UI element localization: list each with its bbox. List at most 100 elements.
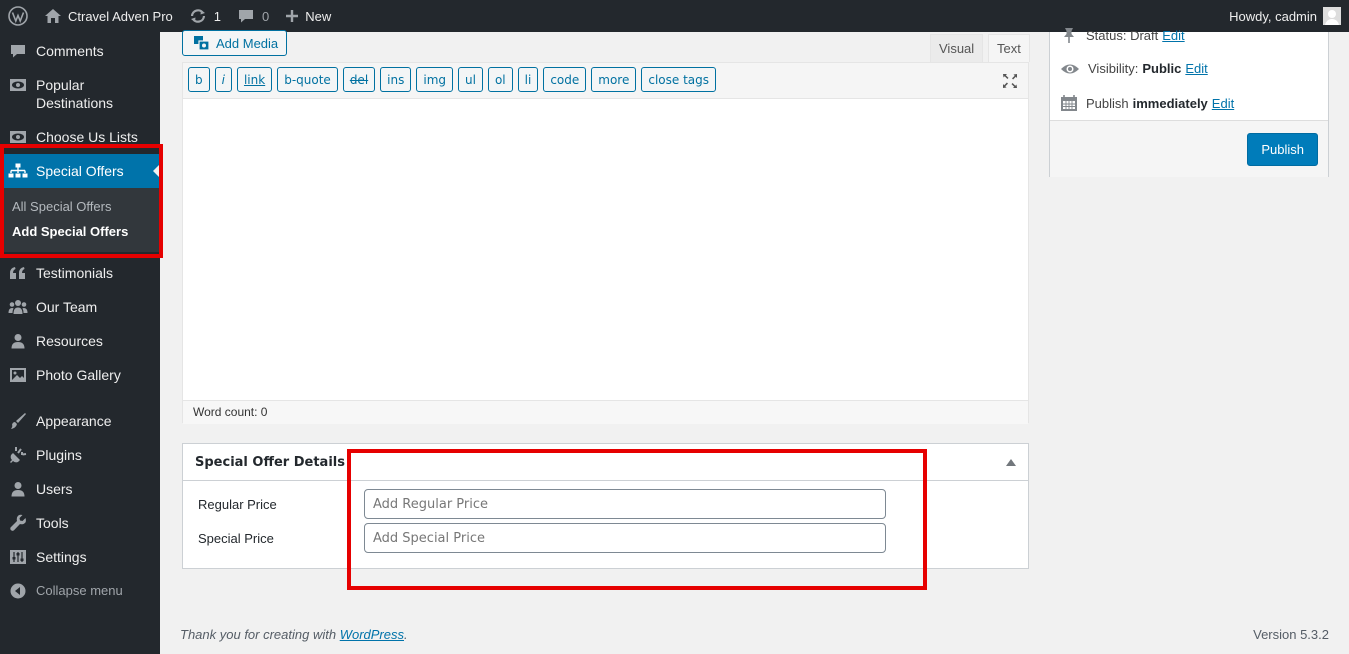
- word-count: Word count: 0: [183, 400, 1028, 424]
- my-account-link[interactable]: Howdy, cadmin: [1221, 0, 1349, 32]
- menu-separator: [0, 392, 160, 404]
- sidebar-item-our-team[interactable]: Our Team: [0, 290, 160, 324]
- sidebar-item-label: Comments: [36, 43, 104, 59]
- new-content-link[interactable]: New: [277, 0, 339, 32]
- sidebar-item-label: Users: [36, 481, 73, 497]
- avatar: [1323, 7, 1341, 25]
- sidebar-item-comments[interactable]: Comments: [0, 32, 160, 68]
- paintbrush-icon: [8, 412, 28, 430]
- sidebar-item-photo-gallery[interactable]: Photo Gallery: [0, 358, 160, 392]
- visibility-eye-icon: [8, 76, 28, 94]
- quicktag-img-button[interactable]: img: [416, 67, 453, 92]
- regular-price-label: Regular Price: [198, 496, 277, 512]
- special-price-input[interactable]: [364, 523, 886, 553]
- sidebar-item-label: Choose Us Lists: [36, 129, 138, 145]
- visibility-value: Public: [1142, 61, 1182, 76]
- submenu-item-all-special-offers[interactable]: All Special Offers: [0, 194, 160, 219]
- tab-visual[interactable]: Visual: [930, 34, 984, 62]
- sidebar-item-testimonials[interactable]: Testimonials: [0, 256, 160, 290]
- comments-count: 0: [262, 8, 270, 24]
- footer-thanks-suffix: .: [404, 627, 408, 642]
- quicktag-link-button[interactable]: link: [236, 67, 273, 92]
- special-price-label: Special Price: [198, 530, 274, 546]
- publish-button[interactable]: Publish: [1247, 133, 1318, 166]
- new-label: New: [305, 8, 332, 24]
- sidebar-item-label: Testimonials: [36, 265, 114, 281]
- comment-bubble-icon: [237, 8, 255, 24]
- settings-sliders-icon: [8, 548, 28, 566]
- quicktag-ul-button[interactable]: ul: [458, 67, 483, 92]
- sidebar-item-label: Plugins: [36, 447, 82, 463]
- quicktag-close-tags-button[interactable]: close tags: [641, 67, 717, 92]
- comments-link[interactable]: 0: [229, 0, 277, 32]
- sidebar-item-label-line-1: Popular: [36, 77, 85, 93]
- quicktag-blockquote-button[interactable]: b-quote: [277, 67, 338, 92]
- special-offers-submenu: All Special Offers Add Special Offers: [0, 188, 160, 252]
- sidebar-item-special-offers[interactable]: Special Offers: [0, 154, 160, 188]
- collapse-toggle-icon[interactable]: [1006, 458, 1016, 466]
- sidebar-item-appearance[interactable]: Appearance: [0, 404, 160, 438]
- quicktag-more-button[interactable]: more: [591, 67, 637, 92]
- plugin-icon: [8, 446, 28, 464]
- updates-icon: [189, 8, 207, 24]
- publish-metabox: Status: Draft Edit Visibility: Public Ed…: [1049, 28, 1329, 177]
- footer-thanks-text: Thank you for creating with: [180, 627, 340, 642]
- metabox-header[interactable]: Special Offer Details: [183, 444, 1028, 481]
- site-name-link[interactable]: Ctravel Adven Pro: [36, 0, 181, 32]
- content-textarea[interactable]: [183, 99, 1028, 400]
- admin-sidebar-menu: Comments Popular Destinations Choose Us L…: [0, 32, 160, 654]
- quicktag-code-button[interactable]: code: [543, 67, 587, 92]
- media-icon: [194, 36, 210, 51]
- quicktags-toolbar: b i link b-quote del ins img ul ol li co…: [183, 63, 1028, 99]
- add-media-button[interactable]: Add Media: [182, 30, 288, 56]
- sitemap-icon: [8, 162, 28, 180]
- sidebar-item-tools[interactable]: Tools: [0, 506, 160, 540]
- add-media-label: Add Media: [216, 35, 279, 51]
- wrench-icon: [8, 514, 28, 532]
- visibility-eye-icon: [8, 128, 28, 146]
- sidebar-item-choose-us-lists[interactable]: Choose Us Lists: [0, 120, 160, 154]
- sidebar-item-plugins[interactable]: Plugins: [0, 438, 160, 472]
- home-icon: [44, 8, 62, 24]
- submenu-item-add-special-offers[interactable]: Add Special Offers: [0, 219, 160, 244]
- sidebar-item-label: Resources: [36, 333, 103, 349]
- sidebar-item-popular-destinations[interactable]: Popular Destinations: [0, 68, 160, 120]
- sidebar-item-users[interactable]: Users: [0, 472, 160, 506]
- special-price-row: Special Price: [183, 523, 1028, 553]
- quote-icon: [8, 264, 28, 282]
- wordpress-link[interactable]: WordPress: [340, 627, 404, 642]
- edit-visibility-link[interactable]: Edit: [1185, 61, 1207, 76]
- visibility-eye-icon: [1061, 64, 1079, 73]
- user-icon: [8, 332, 28, 350]
- sidebar-item-resources[interactable]: Resources: [0, 324, 160, 358]
- edit-date-link[interactable]: Edit: [1212, 96, 1234, 111]
- sidebar-item-label: Tools: [36, 515, 69, 531]
- sidebar-item-label: Special Offers: [36, 163, 124, 179]
- quicktag-ins-button[interactable]: ins: [380, 67, 412, 92]
- regular-price-row: Regular Price: [183, 489, 1028, 519]
- updates-link[interactable]: 1: [181, 0, 229, 32]
- content-editor: b i link b-quote del ins img ul ol li co…: [182, 62, 1029, 424]
- plus-icon: [285, 9, 299, 23]
- collapse-arrow-icon: [8, 582, 28, 600]
- regular-price-input[interactable]: [364, 489, 886, 519]
- fullscreen-icon[interactable]: [1001, 73, 1019, 92]
- sidebar-item-label: Popular Destinations: [36, 76, 113, 112]
- quicktag-del-button[interactable]: del: [342, 67, 376, 92]
- wordpress-logo-icon[interactable]: [0, 0, 36, 32]
- publish-date-row: Publish immediately Edit: [1060, 95, 1234, 111]
- howdy-text: Howdy, cadmin: [1229, 8, 1317, 24]
- quicktag-italic-button[interactable]: i: [214, 67, 232, 92]
- sidebar-item-settings[interactable]: Settings: [0, 540, 160, 574]
- sidebar-item-label: Photo Gallery: [36, 367, 121, 383]
- quicktag-li-button[interactable]: li: [517, 67, 539, 92]
- metabox-title: Special Offer Details: [195, 454, 345, 470]
- quicktag-ol-button[interactable]: ol: [487, 67, 513, 92]
- tab-text[interactable]: Text: [988, 34, 1030, 62]
- collapse-menu-button[interactable]: Collapse menu: [0, 574, 160, 608]
- sidebar-item-label-line-2: Destinations: [36, 95, 114, 111]
- edit-status-link[interactable]: Edit: [1162, 28, 1184, 43]
- quicktag-bold-button[interactable]: b: [188, 67, 210, 92]
- visibility-row: Visibility: Public Edit: [1060, 61, 1208, 76]
- publish-date-label: Publish: [1086, 95, 1129, 111]
